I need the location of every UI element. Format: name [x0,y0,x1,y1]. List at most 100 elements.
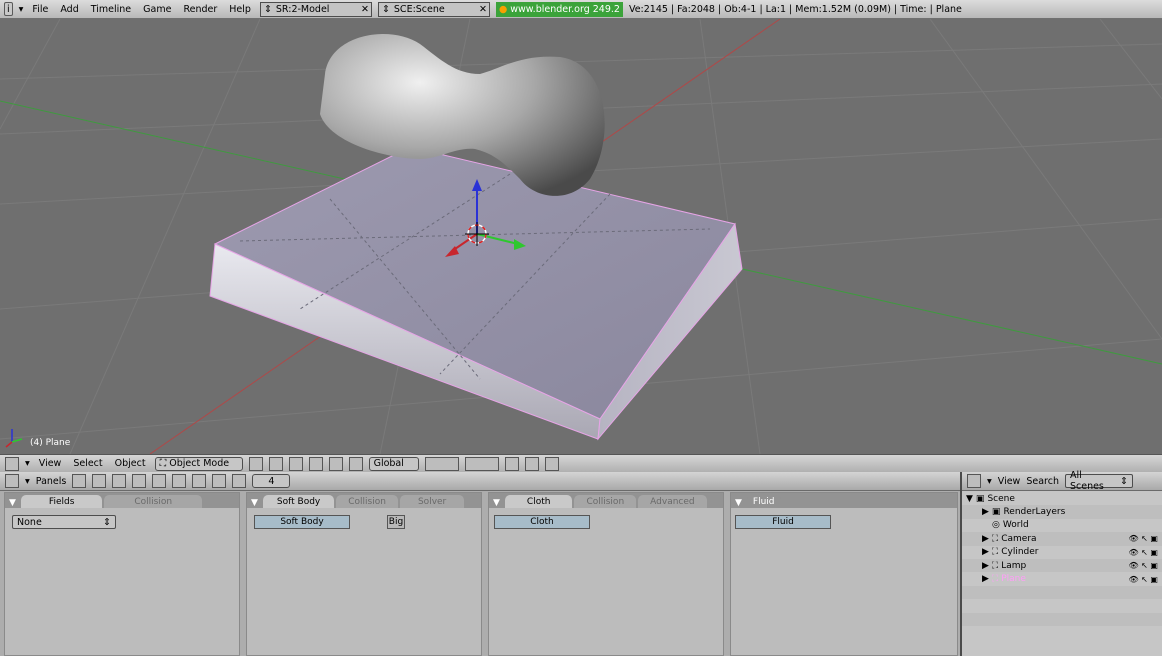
visibility-icons[interactable]: 👁 ↖ ▣ [1128,561,1158,570]
scene-context-icon[interactable] [172,474,187,488]
screen-selector[interactable]: ⇕ SR:2-Model ✕ [259,1,372,17]
tab-cloth[interactable]: Cloth [504,495,573,508]
rotate-icon[interactable] [328,456,343,471]
layers-grid-2[interactable] [464,456,499,471]
outliner-item-camera[interactable]: ▶ ⛶ Camera 👁 ↖ ▣ [962,532,1162,546]
screen-name: SR:2-Model [275,3,330,15]
script-context-icon[interactable] [92,474,107,488]
blender-version-link[interactable]: ● www.blender.org 249.2 [495,1,623,17]
expand-icon[interactable]: ▼ [966,494,973,504]
outliner-item-scene[interactable]: ▼ ▣ Scene [962,492,1162,505]
particles-subcontext-icon[interactable] [232,474,247,488]
item-label: RenderLayers [1003,507,1066,518]
tab-collision[interactable]: Collision [574,495,637,508]
screen-delete-icon[interactable]: ✕ [361,4,369,15]
panel-collapse-icon[interactable]: ▼ [735,498,742,508]
scene-stats: Ve:2145 | Fa:2048 | Ob:4-1 | La:1 | Mem:… [628,3,962,15]
render-icon[interactable] [524,456,539,471]
orientation-selector[interactable]: Global [368,456,419,471]
outliner-empty-row [962,612,1162,626]
manipulator-toggle-icon[interactable] [288,456,303,471]
scene-filter-select[interactable]: All Scenes ⇕ [1064,470,1133,492]
tab-advanced[interactable]: Advanced [638,495,707,508]
expand-icon[interactable]: ▶ [982,547,989,557]
translate-icon[interactable] [308,456,323,471]
tab-fluid[interactable]: Fluid [746,495,781,508]
object-context-icon[interactable] [132,474,147,488]
big-toggle[interactable]: Big [387,515,405,529]
outliner-item-renderlayers[interactable]: ▶ ▣ RenderLayers [962,505,1162,519]
item-label: Plane [1001,574,1026,585]
collapse-menu-icon[interactable]: ▾ [987,476,992,487]
outliner-item-cylinder[interactable]: ▶ ⛶ Cylinder 👁 ↖ ▣ [962,546,1162,559]
info-window-type-icon[interactable]: i [4,2,13,16]
mode-label: Object Mode [169,458,230,469]
outliner-item-plane[interactable]: ▶ ⛶ Plane 👁 ↖ ▣ [962,572,1162,585]
layers-grid-1[interactable] [424,456,459,471]
lock-icon[interactable] [504,456,519,471]
collapse-menu-icon[interactable]: ▾ [19,4,24,15]
expand-icon[interactable]: ▶ [982,574,989,584]
logic-context-icon[interactable] [72,474,87,488]
visibility-icons[interactable]: 👁 ↖ ▣ [1128,575,1158,584]
menu-file[interactable]: File [29,4,51,15]
tab-solver[interactable]: Solver [399,495,465,508]
mode-selector[interactable]: ⛶ Object Mode [154,456,243,471]
tab-fields[interactable]: Fields [20,495,103,508]
field-type-select[interactable]: None ⇕ [12,515,116,529]
collapse-menu-icon[interactable]: ▾ [25,458,30,469]
collapse-menu-icon[interactable]: ▾ [25,476,30,487]
editor-type-icon[interactable] [5,456,19,471]
pivot-icon[interactable] [268,456,283,471]
editor-type-icon[interactable] [5,474,19,488]
object-icon: ⛶ [991,574,999,585]
3d-viewport[interactable]: (4) Plane [0,19,1162,454]
expand-icon[interactable]: ▶ [982,507,989,517]
menu-add[interactable]: Add [57,4,81,15]
expand-icon[interactable]: ▶ [982,534,989,544]
draw-type-icon[interactable] [248,456,263,471]
shading-context-icon[interactable] [112,474,127,488]
frame-number-field[interactable]: 4 [252,474,291,488]
physics-subcontext-icon[interactable] [212,474,227,488]
screen-browse-icon[interactable]: ⇕ [264,4,272,15]
scene-delete-icon[interactable]: ✕ [479,4,487,15]
menu-search[interactable]: Search [1026,476,1059,487]
scene-filter-value: All Scenes [1069,470,1104,492]
tab-collision[interactable]: Collision [104,495,203,508]
item-label: Camera [1001,533,1037,544]
menu-view[interactable]: View [998,476,1021,487]
panels-label: Panels [35,475,67,487]
panel-collapse-icon[interactable]: ▼ [251,498,258,508]
menu-help[interactable]: Help [226,4,254,15]
scene-icon: ▣ [975,493,985,504]
item-label: Cylinder [1001,547,1039,558]
tab-collision[interactable]: Collision [336,495,398,508]
editing-context-icon[interactable] [152,474,167,488]
expand-icon[interactable]: ▶ [982,561,989,571]
menu-view[interactable]: View [36,458,65,469]
scene-selector[interactable]: ⇕ SCE:Scene ✕ [377,1,490,17]
object-subcontext-icon[interactable] [192,474,207,488]
panel-collapse-icon[interactable]: ▼ [9,498,16,508]
cloth-button[interactable]: Cloth [494,515,590,529]
menu-object[interactable]: Object [112,458,149,469]
visibility-icons[interactable]: 👁 ↖ ▣ [1128,548,1158,557]
outliner-item-lamp[interactable]: ▶ ⛶ Lamp 👁 ↖ ▣ [962,558,1162,573]
soft-body-button[interactable]: Soft Body [254,515,350,529]
visibility-icons[interactable]: 👁 ↖ ▣ [1128,534,1158,543]
menu-game[interactable]: Game [140,4,174,15]
menu-timeline[interactable]: Timeline [88,4,134,15]
object-mode-icon: ⛶ [159,458,167,469]
tab-soft-body[interactable]: Soft Body [262,495,335,508]
menu-render[interactable]: Render [180,4,220,15]
panel-collapse-icon[interactable]: ▼ [493,498,500,508]
fluid-button[interactable]: Fluid [735,515,831,529]
editor-type-icon[interactable] [967,474,981,488]
outliner-empty-row [962,599,1162,612]
camera-icon[interactable] [544,456,559,471]
menu-select[interactable]: Select [70,458,105,469]
outliner-item-world[interactable]: ◎ World [962,519,1162,532]
scale-icon[interactable] [348,456,363,471]
scene-browse-icon[interactable]: ⇕ [382,4,390,15]
